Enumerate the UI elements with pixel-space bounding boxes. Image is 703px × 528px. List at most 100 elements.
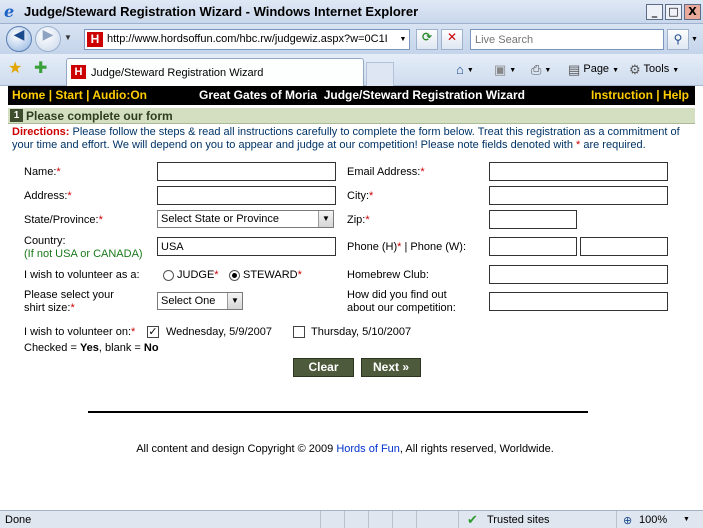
country-field[interactable]	[157, 237, 336, 256]
site-nav-bar: Home | Start | Audio:On Great Gates of M…	[8, 86, 695, 105]
email-label: Email Address:*	[347, 166, 425, 178]
search-input[interactable]	[473, 31, 653, 49]
add-favorites-icon[interactable]: ✚	[34, 60, 47, 78]
chevron-down-icon[interactable]: ▼	[318, 211, 333, 227]
directions-tail: are required.	[580, 139, 646, 151]
nav-separator: |	[48, 88, 53, 102]
address-bar[interactable]: H http://www.hordsoffun.com/hbc.rw/judge…	[84, 29, 410, 50]
checkmark-icon: ✔	[467, 512, 478, 527]
page-content: Home | Start | Audio:On Great Gates of M…	[0, 86, 703, 510]
nav-separator: |	[656, 88, 660, 102]
step-number: 1	[10, 109, 23, 122]
home-menu[interactable]: ⌂ ▼	[456, 62, 474, 77]
footer-link[interactable]: Hords of Fun	[336, 443, 400, 455]
page-icon: ▤	[568, 62, 581, 77]
internet-explorer-icon: e	[4, 2, 15, 21]
found-field[interactable]	[489, 292, 668, 311]
printer-icon: ⎙	[531, 62, 542, 77]
found-label: How did you find out about our competiti…	[347, 289, 456, 314]
judge-option-label: JUDGE*	[177, 269, 219, 281]
feeds-menu[interactable]: ▣ ▼	[494, 62, 516, 78]
divider	[88, 411, 588, 413]
judge-radio[interactable]	[163, 270, 174, 281]
forward-button[interactable]: ▶	[35, 26, 61, 52]
day1-checkbox[interactable]: ✓	[147, 326, 159, 338]
chevron-down-icon[interactable]: ▼	[227, 293, 242, 309]
tab-favicon: H	[71, 65, 86, 79]
zip-label: Zip:*	[347, 214, 370, 226]
zoom-dropdown-icon[interactable]: ▼	[683, 516, 690, 523]
home-icon: ⌂	[456, 62, 464, 77]
steward-radio[interactable]	[229, 270, 240, 281]
phone-work-field[interactable]	[580, 237, 668, 256]
nav-help-link[interactable]: Help	[663, 88, 689, 102]
page-menu-label: Page	[583, 63, 610, 75]
day1-label: Wednesday, 5/9/2007	[166, 326, 273, 338]
print-menu[interactable]: ⎙ ▼	[531, 62, 551, 78]
directions-text: Directions: Please follow the steps & re…	[12, 126, 682, 152]
zone-text: Trusted sites	[487, 514, 550, 526]
nav-home-link[interactable]: Home	[12, 88, 45, 102]
name-label: Name:*	[24, 166, 61, 178]
state-select[interactable]: Select State or Province ▼	[157, 210, 334, 228]
state-select-value: Select State or Province	[161, 213, 280, 225]
back-button[interactable]: ◀	[6, 26, 32, 52]
tools-menu-label: Tools	[643, 63, 670, 75]
nav-audio-link[interactable]: Audio:On	[92, 88, 147, 102]
steward-option-label: STEWARD*	[243, 269, 302, 281]
zoom-level: 100%	[639, 514, 668, 526]
minimize-button[interactable]: _	[646, 4, 663, 20]
directions-label: Directions:	[12, 126, 70, 138]
search-icon[interactable]: ⚲	[667, 29, 689, 50]
shirt-size-value: Select One	[161, 295, 216, 307]
zip-field[interactable]	[489, 210, 577, 229]
site-nav-links: Home | Start | Audio:On	[12, 88, 147, 102]
homebrew-label: Homebrew Club:	[347, 269, 429, 281]
window-title: Judge/Steward Registration Wizard - Wind…	[24, 4, 419, 19]
checkbox-legend: Checked = Yes, blank = No	[24, 342, 159, 354]
shirt-size-select[interactable]: Select One ▼	[157, 292, 243, 310]
phone-label: Phone (H)* | Phone (W):	[347, 241, 467, 253]
address-url[interactable]: http://www.hordsoffun.com/hbc.rw/judgewi…	[107, 33, 388, 45]
volunteer-label: I wish to volunteer as a:	[24, 269, 140, 281]
footer-text: All content and design Copyright © 2009	[136, 443, 337, 455]
site-nav-right: Instruction | Help	[591, 88, 689, 102]
page-title: Great Gates of Moria Judge/Steward Regis…	[199, 88, 525, 102]
name-field[interactable]	[157, 162, 336, 181]
status-text: Done	[5, 514, 32, 526]
page-menu[interactable]: ▤ Page ▼	[568, 62, 619, 78]
search-dropdown-icon[interactable]: ▼	[691, 36, 698, 43]
navigation-bar: ◀ ▶ ▼ H http://www.hordsoffun.com/hbc.rw…	[0, 24, 703, 54]
nav-separator: |	[86, 88, 90, 102]
history-dropdown-icon[interactable]: ▼	[64, 33, 72, 42]
tab-active[interactable]: H Judge/Steward Registration Wizard	[66, 58, 364, 86]
address-dropdown-icon[interactable]: ▼	[398, 31, 408, 48]
address-label: Address:*	[24, 190, 72, 202]
maximize-button[interactable]: □	[665, 4, 682, 20]
next-button[interactable]: Next »	[361, 358, 421, 377]
clear-button[interactable]: Clear	[293, 358, 354, 377]
status-bar: Done ✔ Trusted sites ⊕ 100% ▼	[0, 510, 703, 528]
refresh-button[interactable]: ⟳	[416, 29, 438, 50]
favorites-star-icon[interactable]: ★	[8, 60, 22, 78]
step-header: 1 Please complete our form	[8, 108, 695, 124]
address-field[interactable]	[157, 186, 336, 205]
step-title: Please complete our form	[26, 109, 173, 123]
zone-panel[interactable]: ✔ Trusted sites	[458, 511, 616, 528]
email-field[interactable]	[489, 162, 668, 181]
zoom-control[interactable]: ⊕ 100% ▼	[616, 511, 703, 528]
country-label: Country: (If not USA or CANADA)	[24, 235, 143, 260]
nav-start-link[interactable]: Start	[55, 88, 82, 102]
gear-icon: ⚙	[629, 62, 641, 77]
new-tab-button[interactable]	[366, 62, 394, 86]
volunteer-on-label: I wish to volunteer on:*	[24, 326, 136, 338]
day2-checkbox[interactable]	[293, 326, 305, 338]
nav-instruction-link[interactable]: Instruction	[591, 88, 653, 102]
search-box[interactable]	[470, 29, 664, 50]
tools-menu[interactable]: ⚙ Tools ▼	[629, 62, 679, 78]
homebrew-field[interactable]	[489, 265, 668, 284]
phone-home-field[interactable]	[489, 237, 577, 256]
stop-button[interactable]: ✕	[441, 29, 463, 50]
close-button[interactable]: X	[684, 4, 701, 20]
city-field[interactable]	[489, 186, 668, 205]
